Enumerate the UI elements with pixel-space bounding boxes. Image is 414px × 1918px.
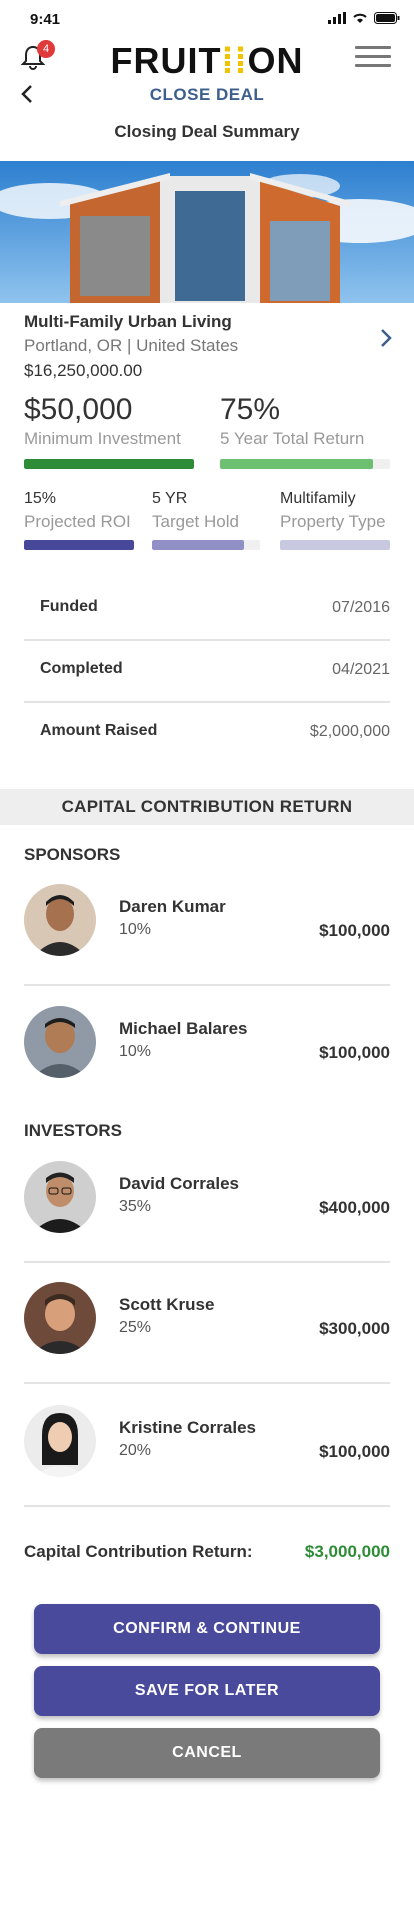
min-investment-label: Minimum Investment xyxy=(24,429,181,448)
avatar xyxy=(24,1006,96,1078)
total-label: Capital Contribution Return: xyxy=(24,1542,253,1561)
person-name: Scott Kruse xyxy=(119,1295,215,1314)
battery-icon xyxy=(374,12,400,24)
avatar xyxy=(24,1282,96,1354)
metric-value: 15% xyxy=(24,490,57,507)
person-amount: $100,000 xyxy=(319,1043,390,1062)
person-name: Daren Kumar xyxy=(119,897,226,916)
total-return-label: 5 Year Total Return xyxy=(220,429,365,448)
detail-label: Completed xyxy=(40,660,123,677)
person-percent: 25% xyxy=(119,1319,152,1336)
metric-bar xyxy=(152,540,260,550)
sponsor-row[interactable]: Michael Balares 10% $100,000 xyxy=(24,986,390,1078)
confirm-continue-button[interactable]: CONFIRM & CONTINUE xyxy=(34,1604,380,1654)
detail-row-funded: Funded 07/2016 xyxy=(24,579,390,641)
metric-label: Projected ROI xyxy=(24,512,131,531)
page-title: Closing Deal Summary xyxy=(114,122,300,141)
status-icons xyxy=(328,12,400,24)
property-name[interactable]: Multi-Family Urban Living xyxy=(24,312,232,332)
investor-row[interactable]: Kristine Corrales 20% $100,000 xyxy=(24,1385,390,1507)
detail-label: Amount Raised xyxy=(40,722,158,739)
metric-label: Property Type xyxy=(280,512,386,531)
person-percent: 20% xyxy=(119,1442,152,1459)
property-location: Portland, OR | United States xyxy=(24,336,239,355)
person-amount: $100,000 xyxy=(319,1442,390,1461)
property-price: $16,250,000.00 xyxy=(24,361,143,380)
person-amount: $400,000 xyxy=(319,1198,390,1217)
metric-bar xyxy=(280,540,390,550)
person-amount: $100,000 xyxy=(319,921,390,940)
metric-target-hold: 5 YR Target Hold xyxy=(152,490,260,550)
metric-bar xyxy=(24,540,134,550)
property-hero-image xyxy=(0,161,414,303)
app-logo: FRUIT⁞⁞ON xyxy=(0,40,414,82)
detail-value: 07/2016 xyxy=(332,599,390,616)
menu-icon[interactable] xyxy=(355,46,391,73)
signal-icon xyxy=(328,12,346,24)
metric-bar-fill xyxy=(152,540,244,550)
metric-label: Target Hold xyxy=(152,512,239,531)
detail-value: $2,000,000 xyxy=(309,723,390,740)
chevron-right-icon[interactable] xyxy=(380,328,392,353)
min-investment-value: $50,000 xyxy=(24,393,133,426)
stat-total-return: 75% 5 Year Total Return xyxy=(220,393,390,469)
investor-row[interactable]: Scott Kruse 25% $300,000 xyxy=(24,1262,390,1384)
logo-text-right: ON xyxy=(247,40,304,81)
metric-projected-roi: 15% Projected ROI xyxy=(24,490,134,550)
min-investment-bar-fill xyxy=(24,459,194,469)
page-subtitle: CLOSE DEAL xyxy=(149,85,265,104)
sponsor-row[interactable]: Daren Kumar 10% $100,000 xyxy=(24,864,390,986)
total-return-bar-fill xyxy=(220,459,373,469)
person-amount: $300,000 xyxy=(319,1319,390,1338)
total-return-value: 75% xyxy=(220,393,281,426)
min-investment-bar xyxy=(24,459,194,469)
person-name: David Corrales xyxy=(119,1174,239,1193)
detail-row-completed: Completed 04/2021 xyxy=(24,641,390,703)
metric-bar-fill xyxy=(24,540,134,550)
metric-property-type: Multifamily Property Type xyxy=(280,490,390,550)
stat-min-investment: $50,000 Minimum Investment xyxy=(24,393,194,469)
person-name: Michael Balares xyxy=(119,1019,248,1038)
metric-bar-fill xyxy=(280,540,390,550)
status-time: 9:41 xyxy=(30,11,61,28)
sponsors-heading: SPONSORS xyxy=(24,845,121,864)
section-banner: CAPITAL CONTRIBUTION RETURN xyxy=(0,789,414,825)
total-return-bar xyxy=(220,459,390,469)
total-value: $3,000,000 xyxy=(304,1542,390,1561)
detail-label: Funded xyxy=(40,598,98,615)
save-for-later-button[interactable]: SAVE FOR LATER xyxy=(34,1666,380,1716)
metric-value: Multifamily xyxy=(280,490,356,507)
person-percent: 35% xyxy=(119,1198,152,1215)
wifi-icon xyxy=(353,13,367,23)
cancel-button[interactable]: CANCEL xyxy=(34,1728,380,1778)
detail-value: 04/2021 xyxy=(332,661,390,678)
avatar xyxy=(24,1161,96,1233)
investors-heading: INVESTORS xyxy=(24,1121,122,1140)
investor-row[interactable]: David Corrales 35% $400,000 xyxy=(24,1141,390,1263)
metric-value: 5 YR xyxy=(152,490,188,507)
avatar xyxy=(24,1405,96,1477)
logo-mark: ⁞⁞ xyxy=(221,40,248,81)
logo-text-left: FRUIT xyxy=(110,40,222,81)
person-name: Kristine Corrales xyxy=(119,1418,256,1437)
person-percent: 10% xyxy=(119,1043,152,1060)
avatar xyxy=(24,884,96,956)
person-percent: 10% xyxy=(119,921,152,938)
detail-row-amount-raised: Amount Raised $2,000,000 xyxy=(24,703,390,763)
